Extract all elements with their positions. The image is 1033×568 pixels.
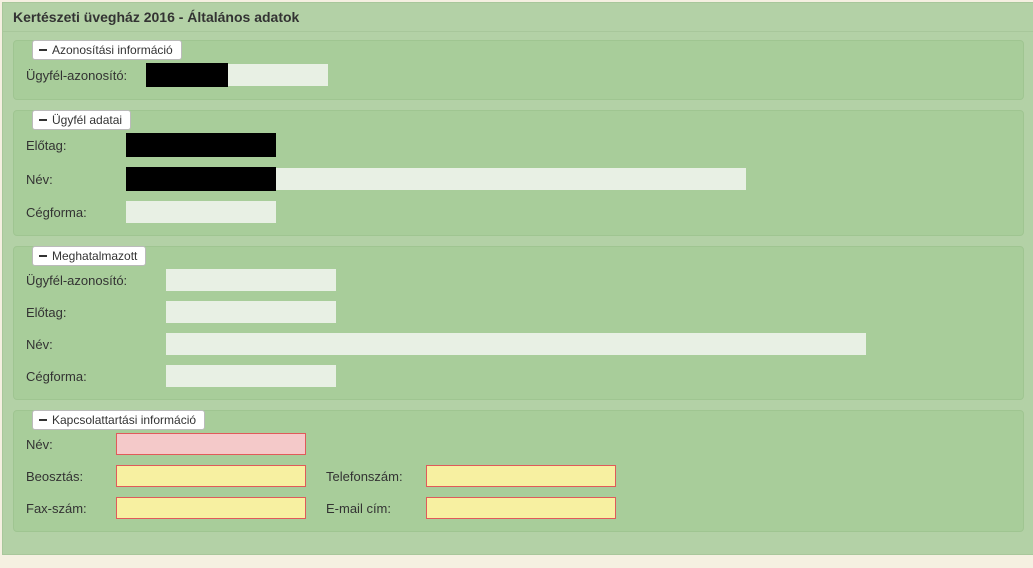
content: Azonosítási információ Ügyfél-azonosító:… — [2, 32, 1033, 555]
minus-icon — [39, 49, 47, 51]
label-name: Név: — [26, 172, 126, 187]
label-auth-name: Név: — [26, 337, 166, 352]
row-auth-company: Cégforma: — [26, 365, 1011, 387]
prefix-redacted — [126, 133, 276, 157]
legend-contact-label: Kapcsolattartási információ — [52, 413, 196, 427]
auth-prefix-input[interactable] — [166, 301, 336, 323]
auth-company-input[interactable] — [166, 365, 336, 387]
name-group — [126, 167, 746, 191]
row-contact-role-phone: Beosztás: Telefonszám: — [26, 465, 1011, 487]
name-input[interactable] — [276, 168, 746, 190]
auth-customer-id-input[interactable] — [166, 269, 336, 291]
row-company: Cégforma: — [26, 201, 1011, 223]
row-name: Név: — [26, 167, 1011, 191]
label-contact-phone: Telefonszám: — [326, 469, 426, 484]
legend-customer[interactable]: Ügyfél adatai — [32, 110, 131, 130]
row-auth-prefix: Előtag: — [26, 301, 1011, 323]
page-title: Kertészeti üvegház 2016 - Általános adat… — [2, 2, 1033, 32]
contact-email-input[interactable] — [426, 497, 616, 519]
legend-identification-label: Azonosítási információ — [52, 43, 173, 57]
legend-identification[interactable]: Azonosítási információ — [32, 40, 182, 60]
contact-phone-input[interactable] — [426, 465, 616, 487]
row-contact-fax-email: Fax-szám: E-mail cím: — [26, 497, 1011, 519]
legend-contact[interactable]: Kapcsolattartási információ — [32, 410, 205, 430]
section-authorized: Meghatalmazott Ügyfél-azonosító: Előtag:… — [13, 246, 1024, 400]
name-redacted — [126, 167, 276, 191]
legend-customer-label: Ügyfél adatai — [52, 113, 122, 127]
legend-authorized-label: Meghatalmazott — [52, 249, 137, 263]
customer-id-input[interactable] — [228, 64, 328, 86]
label-auth-customer-id: Ügyfél-azonosító: — [26, 273, 166, 288]
row-auth-name: Név: — [26, 333, 1011, 355]
label-auth-company: Cégforma: — [26, 369, 166, 384]
contact-role-input[interactable] — [116, 465, 306, 487]
label-contact-fax: Fax-szám: — [26, 501, 116, 516]
row-auth-customer-id: Ügyfél-azonosító: — [26, 269, 1011, 291]
row-prefix: Előtag: — [26, 133, 1011, 157]
section-contact: Kapcsolattartási információ Név: Beosztá… — [13, 410, 1024, 532]
page: Kertészeti üvegház 2016 - Általános adat… — [2, 2, 1033, 555]
customer-id-group — [146, 63, 328, 87]
legend-authorized[interactable]: Meghatalmazott — [32, 246, 146, 266]
customer-id-redacted — [146, 63, 228, 87]
minus-icon — [39, 419, 47, 421]
label-prefix: Előtag: — [26, 138, 126, 153]
minus-icon — [39, 255, 47, 257]
label-contact-role: Beosztás: — [26, 469, 116, 484]
row-customer-id: Ügyfél-azonosító: — [26, 63, 1011, 87]
company-input[interactable] — [126, 201, 276, 223]
contact-name-input[interactable] — [116, 433, 306, 455]
label-customer-id: Ügyfél-azonosító: — [26, 68, 146, 83]
auth-name-input[interactable] — [166, 333, 866, 355]
section-identification: Azonosítási információ Ügyfél-azonosító: — [13, 40, 1024, 100]
label-company: Cégforma: — [26, 205, 126, 220]
label-contact-email: E-mail cím: — [326, 501, 426, 516]
row-contact-name: Név: — [26, 433, 1011, 455]
label-auth-prefix: Előtag: — [26, 305, 166, 320]
contact-fax-input[interactable] — [116, 497, 306, 519]
label-contact-name: Név: — [26, 437, 116, 452]
minus-icon — [39, 119, 47, 121]
section-customer: Ügyfél adatai Előtag: Név: Cégforma: — [13, 110, 1024, 236]
